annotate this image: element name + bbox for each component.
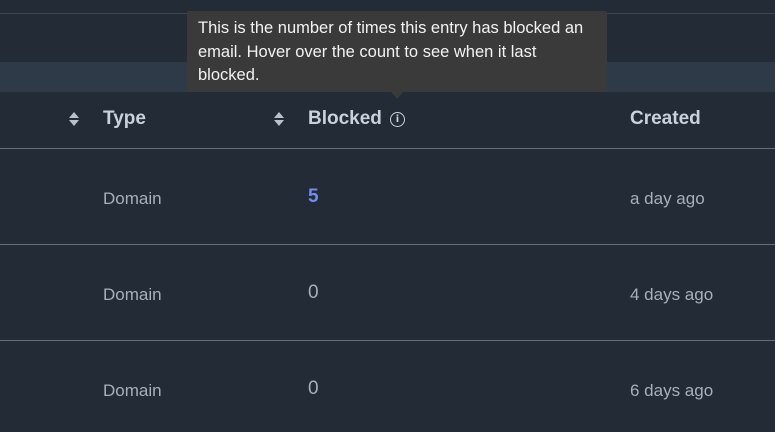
sort-type-icon[interactable]: [68, 110, 80, 128]
cell-type: Domain: [103, 189, 162, 208]
table-row: Domain 5 a day ago: [0, 149, 775, 245]
column-header-blocked[interactable]: Blocked: [308, 108, 382, 130]
table-header-row: Type Blocked Created: [0, 92, 775, 149]
blocked-info-tooltip: This is the number of times this entry h…: [187, 11, 607, 92]
sort-descending-icon: [274, 120, 284, 126]
sort-blocked-icon[interactable]: [273, 110, 285, 128]
cell-created: 6 days ago: [630, 381, 714, 400]
cell-type: Domain: [103, 285, 162, 304]
sort-ascending-icon: [69, 112, 79, 118]
blocklist-page: Type Blocked Created i Domain 5 a day ag…: [0, 0, 775, 432]
column-header-created: Created: [630, 108, 701, 129]
cell-blocked-count-link[interactable]: 5: [308, 187, 319, 207]
cell-created: 4 days ago: [630, 285, 714, 304]
sort-descending-icon: [69, 120, 79, 126]
cell-created: a day ago: [630, 189, 705, 208]
info-icon[interactable]: i: [390, 112, 405, 127]
sort-ascending-icon: [274, 112, 284, 118]
column-header-type[interactable]: Type: [103, 108, 146, 130]
table-row: Domain 0 4 days ago: [0, 245, 775, 341]
cell-blocked-count: 0: [308, 378, 319, 399]
cell-type: Domain: [103, 381, 162, 400]
tooltip-arrow: [391, 92, 403, 99]
table-row: Domain 0 6 days ago: [0, 341, 775, 432]
cell-blocked-count: 0: [308, 282, 319, 303]
